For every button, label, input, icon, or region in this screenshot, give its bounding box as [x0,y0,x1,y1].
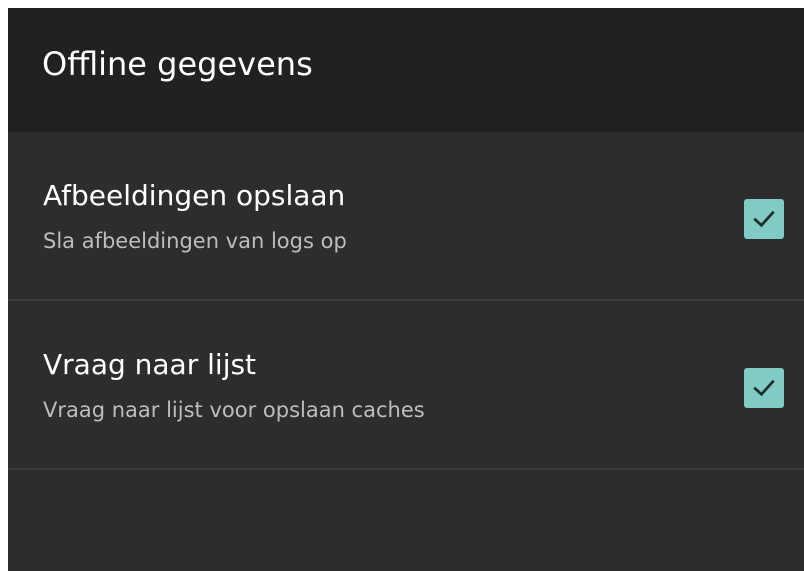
app-bar: Offline gegevens [8,8,804,132]
check-icon [753,210,775,228]
settings-screen: Offline gegevens Afbeeldingen opslaan Sl… [8,8,804,571]
preference-summary: Vraag naar lijst voor opslaan caches [43,398,425,422]
preference-summary: Sla afbeeldingen van logs op [43,229,347,253]
app-bar-title: Offline gegevens [42,45,313,83]
afbeeldingen-opslaan-checkbox[interactable] [744,199,784,239]
preference-afbeeldingen-opslaan[interactable]: Afbeeldingen opslaan Sla afbeeldingen va… [8,132,804,301]
preference-title: Afbeeldingen opslaan [43,179,346,212]
check-icon [753,379,775,397]
vraag-naar-lijst-checkbox[interactable] [744,368,784,408]
preference-vraag-naar-lijst[interactable]: Vraag naar lijst Vraag naar lijst voor o… [8,301,804,470]
preference-title: Vraag naar lijst [43,348,257,381]
